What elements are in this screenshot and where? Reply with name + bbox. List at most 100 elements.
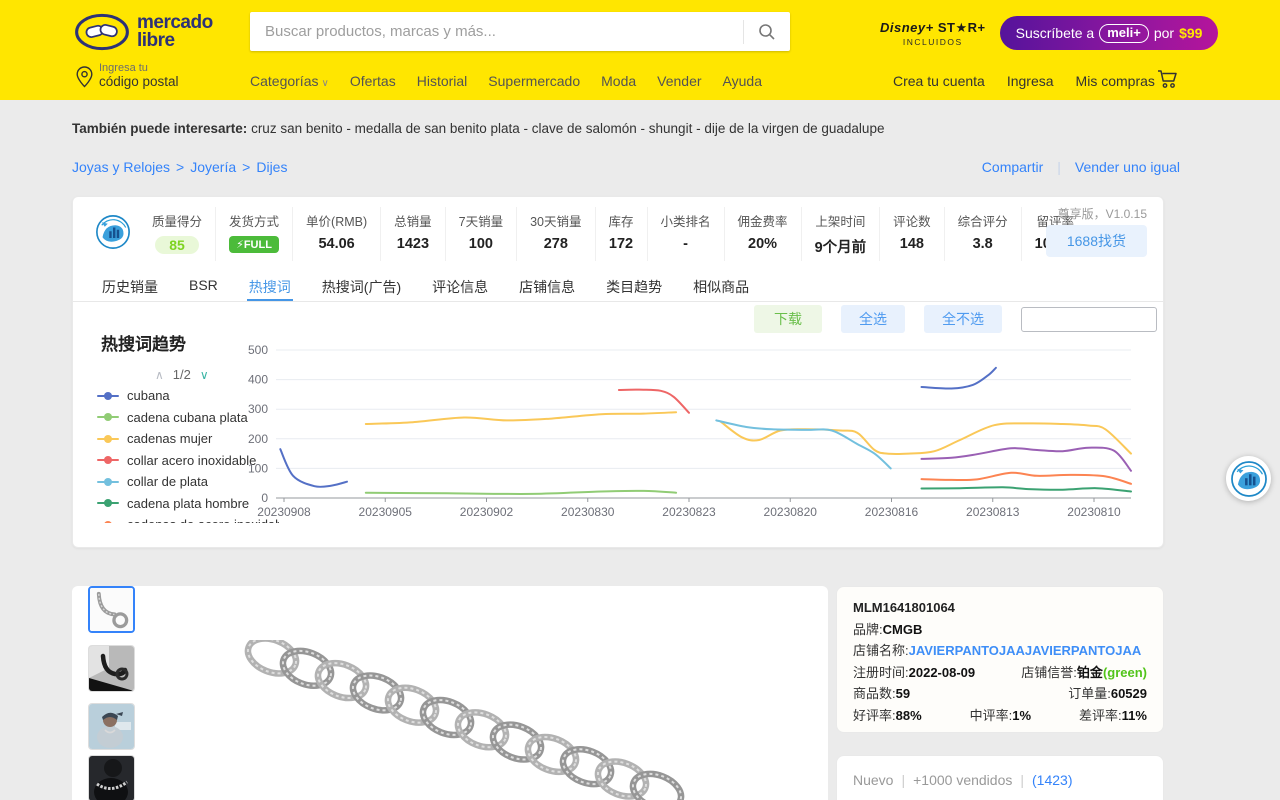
tab-1[interactable]: BSR bbox=[187, 269, 220, 301]
mercadolibre-logo[interactable]: mercado libre bbox=[74, 12, 213, 52]
legend-marker-icon bbox=[97, 395, 119, 397]
shop-name-link[interactable]: JAVIERPANTOJAAJAVIERPANTOJAA bbox=[909, 643, 1142, 658]
tab-3[interactable]: 热搜词(广告) bbox=[320, 269, 403, 301]
search-input[interactable] bbox=[250, 23, 743, 40]
breadcrumb: Joyas y Relojes>Joyería>Dijes bbox=[72, 159, 287, 175]
svg-text:500: 500 bbox=[248, 343, 268, 357]
tab-4[interactable]: 评论信息 bbox=[430, 269, 490, 301]
select-none-button[interactable]: 全不选 bbox=[924, 305, 1002, 333]
nav-item-mis-compras[interactable]: Mis compras bbox=[1076, 73, 1155, 89]
nav-item-historial[interactable]: Historial bbox=[417, 73, 468, 89]
stat-label: 库存 bbox=[609, 211, 634, 230]
breadcrumb-row: Joyas y Relojes>Joyería>Dijes Compartir … bbox=[72, 159, 1180, 175]
stat-value: 85 bbox=[152, 236, 202, 254]
search-button[interactable] bbox=[744, 12, 790, 51]
tab-5[interactable]: 店铺信息 bbox=[517, 269, 577, 301]
stat-label: 总销量 bbox=[394, 211, 432, 230]
legend-page-up-icon[interactable]: ∧ bbox=[155, 368, 164, 382]
download-button[interactable]: 下载 bbox=[754, 305, 822, 333]
stat-value: 3.8 bbox=[958, 236, 1008, 252]
trend-line-chart[interactable]: 0100200300400500202309082023090520230902… bbox=[231, 339, 1161, 526]
sold-count: +1000 vendidos bbox=[913, 772, 1012, 788]
register-date-label: 注册时间: bbox=[853, 665, 909, 680]
nav-item-supermercado[interactable]: Supermercado bbox=[488, 73, 580, 89]
positive-rate-label: 好评率: bbox=[853, 708, 896, 723]
tab-2[interactable]: 热搜词 bbox=[247, 269, 293, 301]
svg-text:20230816: 20230816 bbox=[865, 505, 919, 519]
breadcrumb-dijes[interactable]: Dijes bbox=[256, 159, 287, 175]
keyword-filter-input[interactable] bbox=[1021, 307, 1157, 332]
nav-item-crea-tu-cuenta[interactable]: Crea tu cuenta bbox=[893, 73, 985, 89]
svg-text:300: 300 bbox=[248, 402, 268, 416]
stat-value: 9个月前 bbox=[815, 236, 867, 257]
analytics-float-button[interactable] bbox=[1226, 456, 1271, 501]
svg-text:200: 200 bbox=[248, 432, 268, 446]
stat-value: 100 bbox=[459, 236, 503, 252]
positive-rate-value: 88% bbox=[896, 708, 922, 723]
svg-text:20230902: 20230902 bbox=[460, 505, 514, 519]
stat-item: 7天销量100 bbox=[445, 207, 516, 261]
tab-0[interactable]: 历史销量 bbox=[100, 269, 160, 301]
whale-chart-icon bbox=[1230, 460, 1268, 498]
find-on-1688-button[interactable]: 1688找货 bbox=[1046, 225, 1147, 257]
reputation-label: 店铺信誉: bbox=[1021, 665, 1077, 680]
nav-item-ingresa[interactable]: Ingresa bbox=[1007, 73, 1054, 89]
subscribe-meli-button[interactable]: Suscríbete a meli+ por $99 bbox=[1000, 16, 1219, 50]
sell-same-link[interactable]: Vender uno igual bbox=[1075, 159, 1180, 175]
thumbnail-model-cap[interactable] bbox=[88, 703, 135, 750]
disney-logo: Disney+ bbox=[880, 20, 934, 35]
stat-item: 评论数148 bbox=[879, 207, 944, 261]
sold-count-link[interactable]: (1423) bbox=[1032, 772, 1072, 788]
stat-value: - bbox=[661, 236, 711, 252]
reputation-value: 铂金 bbox=[1077, 665, 1103, 680]
tab-7[interactable]: 相似商品 bbox=[691, 269, 751, 301]
select-all-button[interactable]: 全选 bbox=[841, 305, 905, 333]
tab-6[interactable]: 类目趋势 bbox=[604, 269, 664, 301]
svg-text:20230820: 20230820 bbox=[764, 505, 818, 519]
legend-page-down-icon[interactable]: ∨ bbox=[200, 368, 209, 382]
vertical-divider: | bbox=[1020, 772, 1024, 788]
nav-item-ofertas[interactable]: Ofertas bbox=[350, 73, 396, 89]
stat-label: 上架时间 bbox=[815, 211, 867, 230]
stat-item: 总销量 1423 bbox=[380, 207, 445, 261]
items-count-label: 商品数: bbox=[853, 686, 896, 701]
star-logo: ST★R+ bbox=[938, 20, 986, 35]
stat-label: 小类排名 bbox=[661, 211, 711, 230]
orders-count-value: 60529 bbox=[1111, 686, 1147, 701]
legend-page-indicator: 1/2 bbox=[173, 367, 191, 382]
neutral-rate-label: 中评率: bbox=[970, 708, 1013, 723]
thumbnail-chain-dark[interactable] bbox=[88, 645, 135, 692]
stat-item: 单价(RMB)54.06 bbox=[292, 207, 380, 261]
negative-rate-label: 差评率: bbox=[1079, 708, 1122, 723]
chart-title: 热搜词趋势 bbox=[101, 330, 186, 355]
main-header: mercado libre Disney+ ST★R+ INCLUIDOS Su… bbox=[0, 0, 1280, 100]
thumbnail-chain-white[interactable] bbox=[88, 586, 135, 633]
stat-value: 278 bbox=[530, 236, 581, 252]
account-nav: Crea tu cuenta Ingresa Mis compras bbox=[893, 73, 1155, 89]
nav-item-moda[interactable]: Moda bbox=[601, 73, 636, 89]
cart-button[interactable] bbox=[1157, 69, 1179, 94]
share-link[interactable]: Compartir bbox=[982, 159, 1043, 175]
stat-label: 30天销量 bbox=[530, 211, 581, 230]
stat-value: ⚡FULL bbox=[229, 236, 279, 253]
location-pin-icon bbox=[76, 66, 93, 88]
related-searches-label: También puede interesarte: bbox=[72, 121, 247, 136]
cart-icon bbox=[1157, 69, 1179, 89]
postal-code-control[interactable]: Ingresa tu código postal bbox=[76, 62, 179, 89]
breadcrumb-separator: > bbox=[176, 159, 184, 175]
related-searches-items[interactable]: cruz san benito - medalla de san benito … bbox=[251, 121, 884, 136]
breadcrumb-joyas-y-relojes[interactable]: Joyas y Relojes bbox=[72, 159, 170, 175]
full-shipping-badge: ⚡FULL bbox=[229, 236, 279, 253]
nav-item-vender[interactable]: Vender bbox=[657, 73, 701, 89]
product-gallery-panel bbox=[72, 586, 828, 800]
nav-item-categor-as[interactable]: Categorías∨ bbox=[250, 73, 329, 89]
stat-value: 1423 bbox=[394, 236, 432, 252]
nav-item-ayuda[interactable]: Ayuda bbox=[723, 73, 762, 89]
legend-marker-icon bbox=[97, 438, 119, 440]
thumbnail-model-chain[interactable] bbox=[88, 755, 135, 800]
location-line-1: Ingresa tu bbox=[99, 62, 179, 74]
stat-value: 54.06 bbox=[306, 236, 367, 252]
register-date-value: 2022-08-09 bbox=[909, 665, 976, 680]
breadcrumb-joyeria[interactable]: Joyería bbox=[190, 159, 236, 175]
legend-label: cadena cubana plata bbox=[127, 410, 248, 425]
